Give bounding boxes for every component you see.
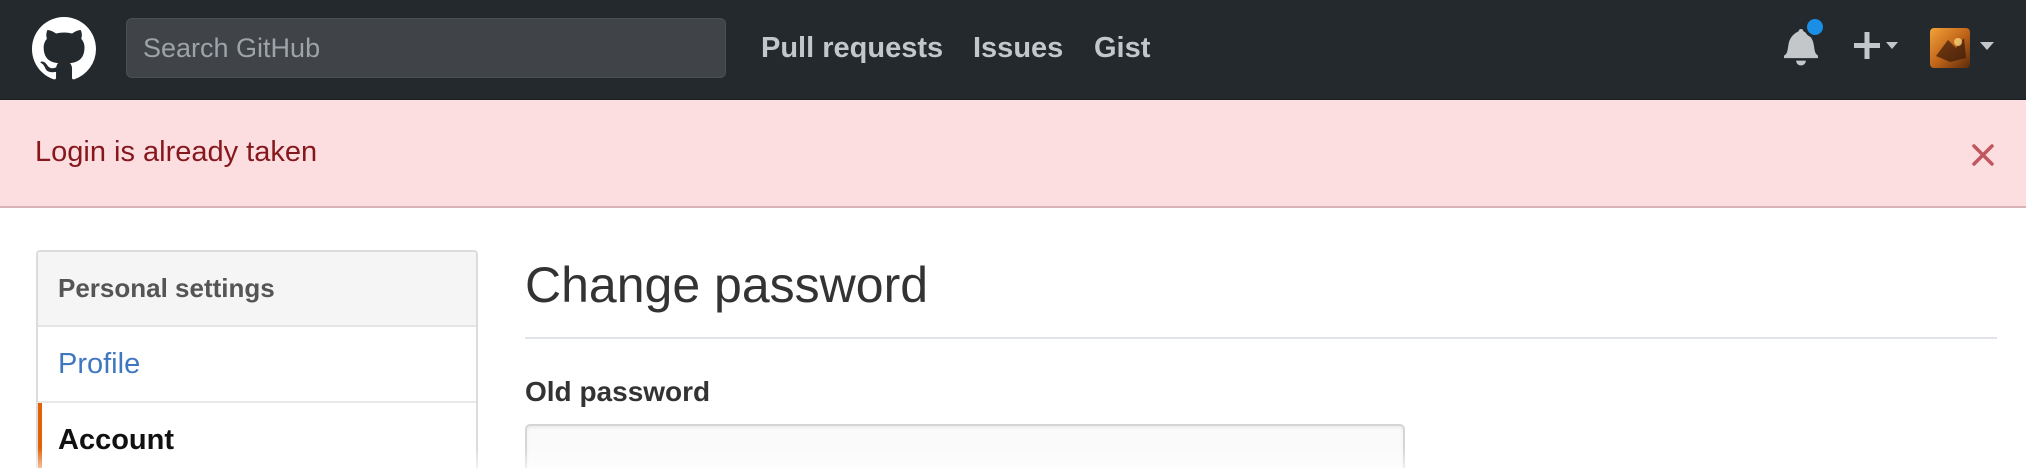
github-logo-icon[interactable] [32, 17, 96, 81]
top-header: Pull requests Issues Gist [0, 0, 2026, 100]
avatar[interactable] [1930, 28, 1970, 68]
sidebar-item-profile[interactable]: Profile [38, 327, 476, 403]
chevron-down-icon [1886, 42, 1898, 49]
chevron-down-icon[interactable] [1978, 40, 1996, 52]
divider [525, 337, 1997, 339]
search-input[interactable] [126, 18, 726, 78]
old-password-field[interactable] [525, 424, 1405, 468]
sidebar-heading: Personal settings [38, 252, 476, 327]
page-title: Change password [525, 257, 929, 313]
plus-icon[interactable] [1850, 24, 1902, 68]
error-flash-banner: Login is already taken [0, 100, 2026, 208]
nav-issues[interactable]: Issues [973, 26, 1063, 70]
flash-message: Login is already taken [35, 136, 318, 168]
nav-pull-requests[interactable]: Pull requests [761, 26, 943, 70]
settings-sidebar: Personal settings Profile Account [36, 250, 478, 468]
old-password-label: Old password [525, 376, 711, 407]
close-icon[interactable] [1970, 142, 1996, 168]
nav-gist[interactable]: Gist [1094, 26, 1150, 70]
sidebar-item-account[interactable]: Account [38, 403, 476, 468]
unread-notification-dot [1804, 16, 1826, 38]
